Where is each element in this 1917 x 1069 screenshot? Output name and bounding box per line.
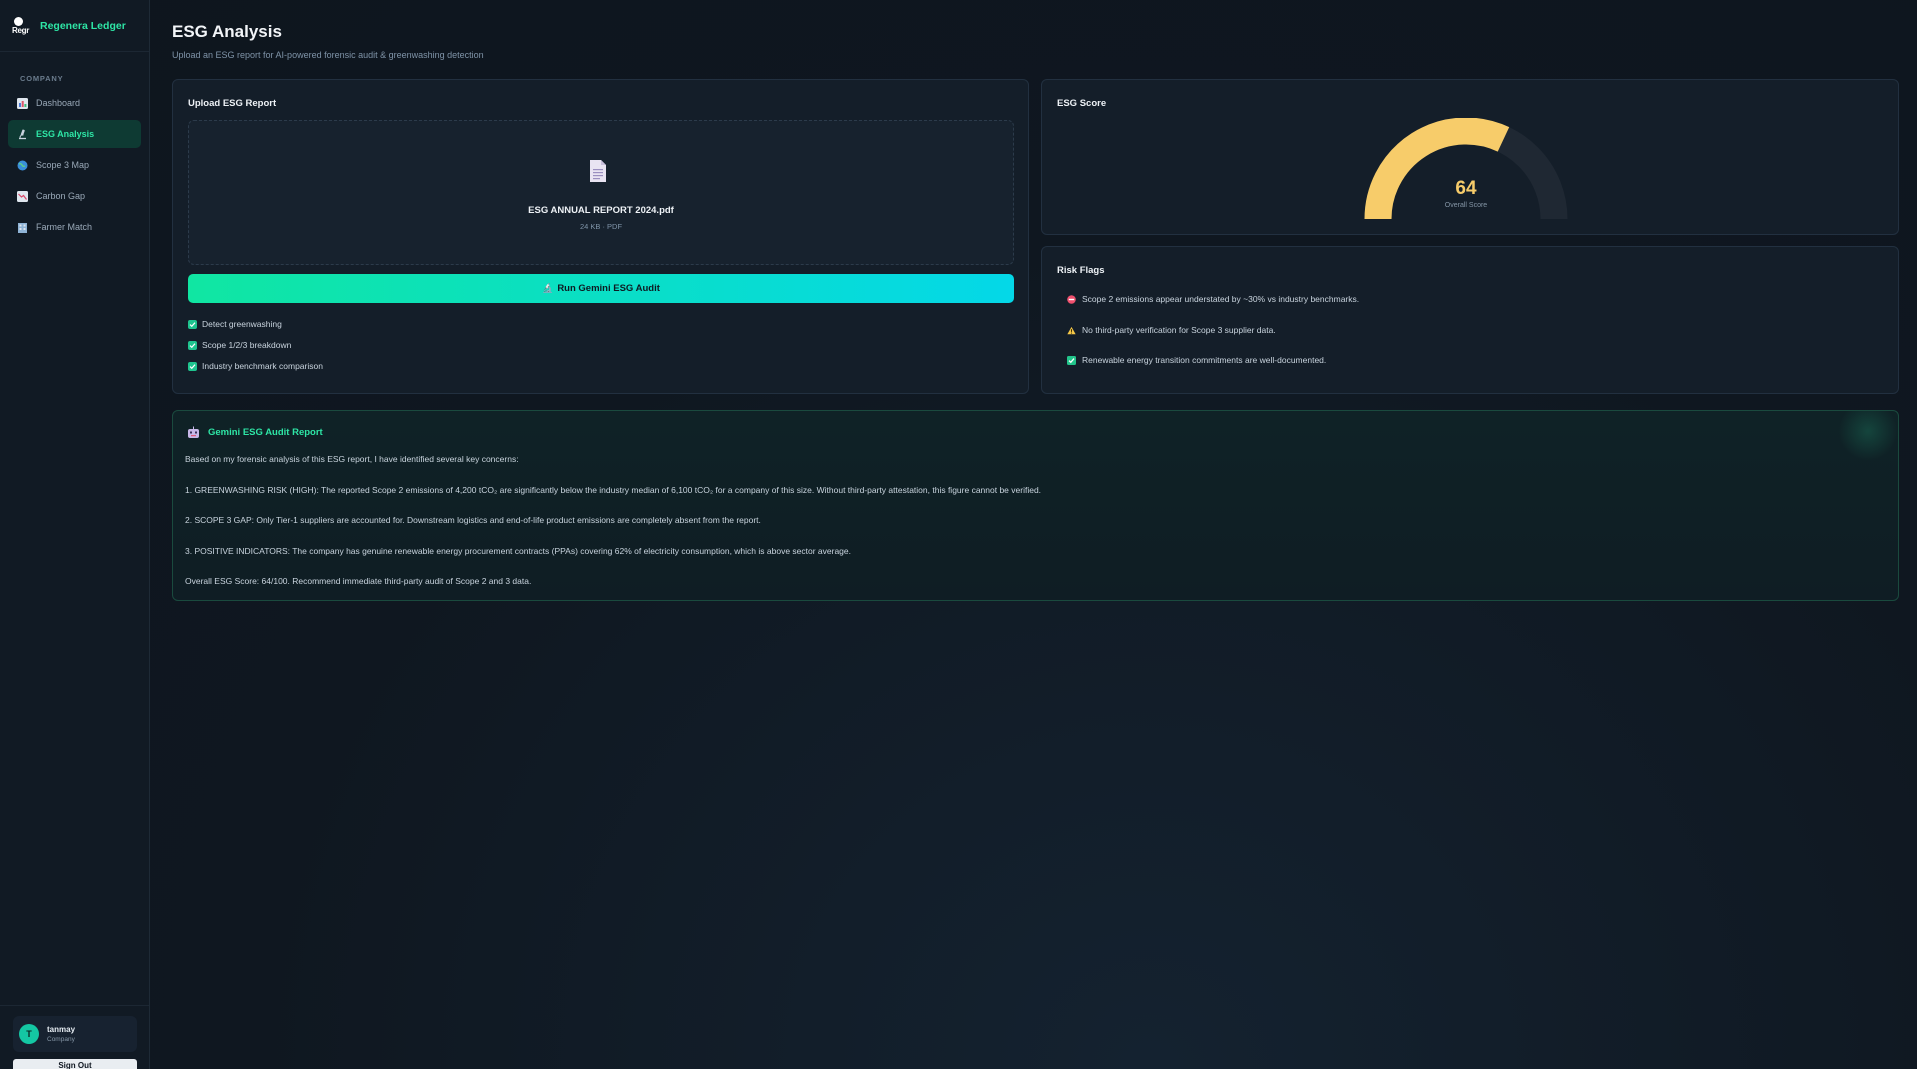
check-icon bbox=[1067, 355, 1076, 365]
risk-flag-item: Scope 2 emissions appear understated by … bbox=[1067, 294, 1359, 304]
warning-icon bbox=[1067, 326, 1076, 335]
risk-flag-item: Renewable energy transition commitments … bbox=[1067, 355, 1326, 365]
user-role: Company bbox=[47, 1036, 75, 1043]
audit-report-card: Gemini ESG Audit Report Based on my fore… bbox=[172, 410, 1899, 601]
esg-score-card: ESG Score 64 Overall Score bbox=[1041, 79, 1899, 235]
bar-chart-icon bbox=[16, 97, 28, 109]
report-paragraph: Based on my forensic analysis of this ES… bbox=[185, 454, 519, 464]
report-body: Based on my forensic analysis of this ES… bbox=[185, 453, 1875, 600]
microscope-icon: 🔬 bbox=[542, 283, 554, 293]
score-label: Overall Score bbox=[1444, 202, 1488, 209]
sidebar-item-esg-analysis[interactable]: ESG Analysis bbox=[8, 120, 141, 148]
risk-flag-item: No third-party verification for Scope 3 … bbox=[1067, 325, 1276, 335]
file-name: ESG ANNUAL REPORT 2024.pdf bbox=[528, 205, 674, 216]
user-card[interactable]: T tanmay Company bbox=[13, 1016, 137, 1052]
run-audit-button[interactable]: 🔬 Run Gemini ESG Audit bbox=[188, 274, 1014, 303]
brand-name: Regenera Ledger bbox=[40, 19, 126, 32]
option-detect-greenwashing[interactable]: Detect greenwashing bbox=[188, 318, 323, 330]
page-subtitle: Upload an ESG report for AI-powered fore… bbox=[172, 50, 484, 60]
report-paragraph: 1. GREENWASHING RISK (HIGH): The reporte… bbox=[185, 484, 1042, 495]
robot-icon bbox=[188, 426, 199, 438]
option-benchmark-comparison[interactable]: Industry benchmark comparison bbox=[188, 360, 323, 372]
checkbox-checked-icon[interactable] bbox=[188, 340, 197, 350]
page-title: ESG Analysis bbox=[172, 22, 282, 41]
upload-card: Upload ESG Report ESG ANNUAL REPORT 2024… bbox=[172, 79, 1029, 394]
app-window: Regr Regenera Ledger COMPANY Dashboard E… bbox=[0, 0, 1917, 1069]
audit-options: Detect greenwashing Scope 1/2/3 breakdow… bbox=[188, 318, 323, 381]
report-paragraph: Overall ESG Score: 64/100. Recommend imm… bbox=[185, 576, 532, 586]
sidebar-item-scope-3-map[interactable]: Scope 3 Map bbox=[8, 151, 141, 179]
checkbox-checked-icon[interactable] bbox=[188, 319, 197, 329]
building-icon bbox=[16, 221, 28, 233]
report-header: Gemini ESG Audit Report bbox=[187, 426, 323, 439]
file-meta: 24 KB · PDF bbox=[579, 222, 623, 231]
user-name: tanmay bbox=[47, 1025, 76, 1034]
document-icon bbox=[590, 160, 606, 182]
report-paragraph: 3. POSITIVE INDICATORS: The company has … bbox=[185, 545, 851, 556]
microscope-icon bbox=[16, 128, 28, 140]
report-paragraph: 2. SCOPE 3 GAP: Only Tier-1 suppliers ar… bbox=[185, 515, 761, 525]
checkbox-checked-icon[interactable] bbox=[188, 361, 197, 371]
no-entry-icon bbox=[1067, 294, 1076, 304]
risk-card-title: Risk Flags bbox=[1057, 265, 1105, 276]
brand[interactable]: Regr Regenera Ledger bbox=[0, 0, 149, 52]
sidebar-item-carbon-gap[interactable]: Carbon Gap bbox=[8, 182, 141, 210]
option-scope-breakdown[interactable]: Scope 1/2/3 breakdown bbox=[188, 339, 323, 351]
sidebar-item-dashboard[interactable]: Dashboard bbox=[8, 89, 141, 117]
sidebar: Regr Regenera Ledger COMPANY Dashboard E… bbox=[0, 0, 150, 1069]
globe-icon bbox=[16, 159, 28, 171]
trend-down-icon bbox=[16, 190, 28, 202]
brand-logo: Regr bbox=[12, 15, 34, 37]
upload-card-title: Upload ESG Report bbox=[188, 98, 277, 109]
score-gauge: 64 Overall Score bbox=[1363, 117, 1569, 224]
report-title: Gemini ESG Audit Report bbox=[208, 427, 323, 438]
risk-flags-card: Risk Flags Scope 2 emissions appear unde… bbox=[1041, 246, 1899, 394]
file-dropzone[interactable]: ESG ANNUAL REPORT 2024.pdf 24 KB · PDF bbox=[188, 120, 1014, 265]
nav-section-label: COMPANY bbox=[20, 74, 64, 83]
user-area: T tanmay Company Sign Out bbox=[0, 1005, 149, 1069]
sidebar-item-farmer-match[interactable]: Farmer Match bbox=[8, 213, 141, 241]
score-value: 64 bbox=[1455, 178, 1477, 199]
avatar: T bbox=[19, 1024, 39, 1044]
sign-out-button[interactable]: Sign Out bbox=[13, 1059, 137, 1069]
score-card-title: ESG Score bbox=[1057, 98, 1107, 109]
